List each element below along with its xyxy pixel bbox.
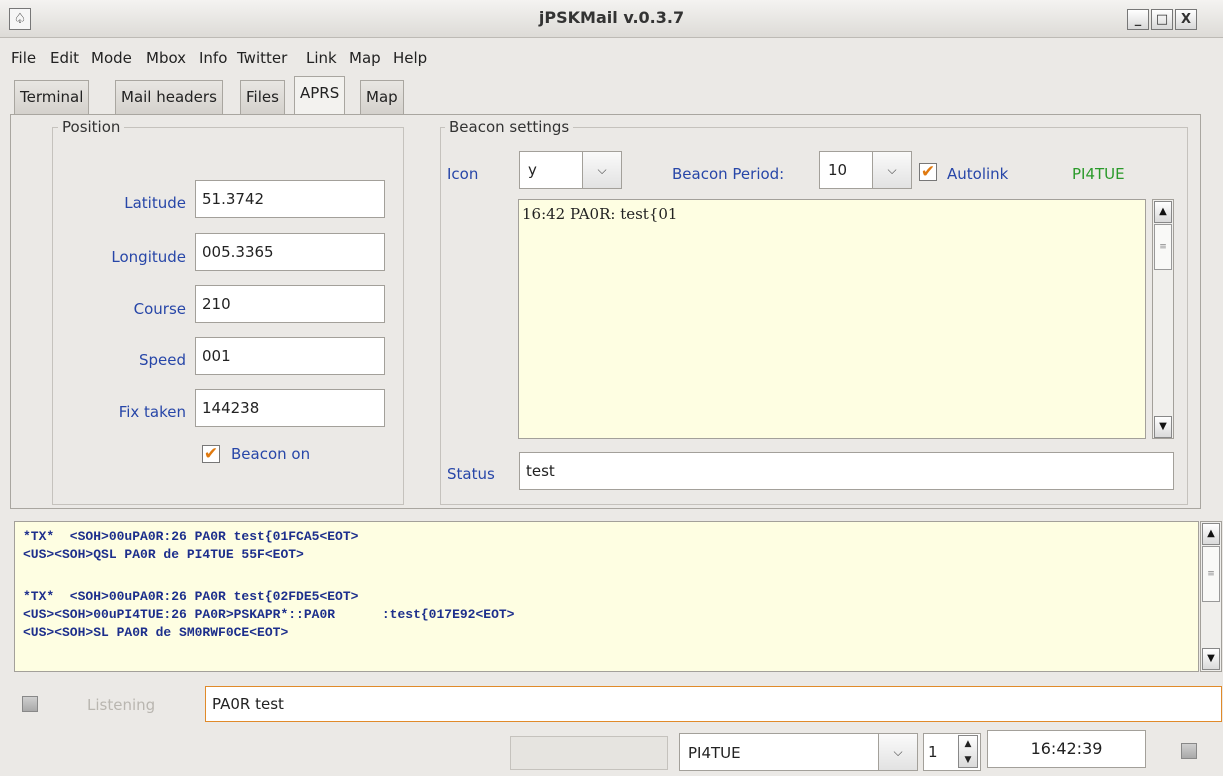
menu-help[interactable]: Help [393,49,427,67]
beacon-settings-title: Beacon settings [445,118,574,136]
tab-files[interactable]: Files [240,80,285,114]
scroll-up-icon[interactable]: ▲ [1202,523,1220,545]
menu-info[interactable]: Info [199,49,227,67]
course-field[interactable]: 210 [195,285,385,323]
scroll-down-icon[interactable]: ▼ [1202,648,1220,670]
scroll-down-icon[interactable]: ▼ [1154,416,1172,438]
status-label: Status [447,465,495,483]
scroll-thumb[interactable]: ≡ [1154,224,1172,270]
latitude-field[interactable]: 51.3742 [195,180,385,218]
latitude-label: Latitude [124,194,186,212]
chevron-down-icon[interactable]: ⌵ [872,152,911,188]
fix-taken-label: Fix taken [118,403,186,421]
rx-indicator [22,696,38,712]
tab-aprs[interactable]: APRS [294,76,346,115]
icon-select[interactable]: y ⌵ [519,151,622,189]
beacon-message-text: 16:42 PA0R: test{01 [522,205,678,223]
menu-edit[interactable]: Edit [50,49,79,67]
speed-label: Speed [138,351,186,369]
menu-bar: File Edit Mode Mbox Info Twitter Link Ma… [0,40,1223,76]
beacon-period-select[interactable]: 10 ⌵ [819,151,912,189]
beacon-messages-area[interactable]: 16:42 PA0R: test{01 [518,199,1146,439]
tab-map[interactable]: Map [360,80,404,114]
position-group-title: Position [58,118,125,136]
menu-file[interactable]: File [11,49,36,67]
log-line: <US><SOH>SL PA0R de SM0RWF0CE<EOT> [23,625,289,640]
fix-taken-field[interactable]: 144238 [195,389,385,427]
log-line: *TX* <SOH>00uPA0R:26 PA0R test{01FCA5<EO… [23,529,359,544]
window-title: jPSKMail v.0.3.7 [538,8,685,27]
chevron-down-icon[interactable]: ⌵ [878,734,917,770]
menu-mode[interactable]: Mode [91,49,132,67]
progress-box [510,736,668,770]
spinner-value: 1 [928,743,938,761]
longitude-label: Longitude [111,248,186,266]
log-line: <US><SOH>QSL PA0R de PI4TUE 55F<EOT> [23,547,304,562]
close-icon[interactable]: X [1175,9,1197,30]
autolink-checkbox[interactable]: ✔ [919,163,937,181]
speed-field[interactable]: 001 [195,337,385,375]
scroll-up-icon[interactable]: ▲ [1154,201,1172,223]
command-input[interactable]: PA0R test [205,686,1222,722]
beacon-on-checkbox[interactable]: ✔ [202,445,220,463]
beacon-period-label: Beacon Period: [672,165,785,183]
log-area[interactable]: *TX* <SOH>00uPA0R:26 PA0R test{01FCA5<EO… [14,521,1199,672]
autolink-label: Autolink [947,165,1009,183]
log-line: <US><SOH>00uPI4TUE:26 PA0R>PSKAPR*::PA0R… [23,607,515,622]
server-select-value: PI4TUE [688,744,741,762]
beacon-on-label: Beacon on [231,445,311,463]
log-line: *TX* <SOH>00uPA0R:26 PA0R test{02FDE5<EO… [23,589,359,604]
listening-label: Listening [87,696,156,714]
menu-map[interactable]: Map [349,49,381,67]
menu-twitter[interactable]: Twitter [237,49,287,67]
scroll-thumb[interactable]: ≡ [1202,546,1220,602]
clock-display: 16:42:39 [987,730,1146,768]
beacon-period-value: 10 [828,161,848,179]
minimize-icon[interactable]: _ [1127,9,1149,30]
callsign-label: PI4TUE [1072,165,1125,183]
menu-link[interactable]: Link [306,49,337,67]
course-label: Course [133,300,186,318]
chevron-down-icon[interactable]: ⌵ [582,152,621,188]
status-field[interactable]: test [519,452,1174,490]
tab-mail-headers[interactable]: Mail headers [115,80,223,114]
server-select[interactable]: PI4TUE ⌵ [679,733,918,771]
longitude-field[interactable]: 005.3365 [195,233,385,271]
tx-indicator [1181,743,1197,759]
spinner-arrows-icon[interactable]: ▲ ▼ [958,735,978,768]
maximize-icon[interactable]: □ [1151,9,1173,30]
menu-mbox[interactable]: Mbox [146,49,186,67]
tab-terminal[interactable]: Terminal [14,80,90,114]
icon-label: Icon [447,165,479,183]
icon-select-value: y [528,161,537,179]
